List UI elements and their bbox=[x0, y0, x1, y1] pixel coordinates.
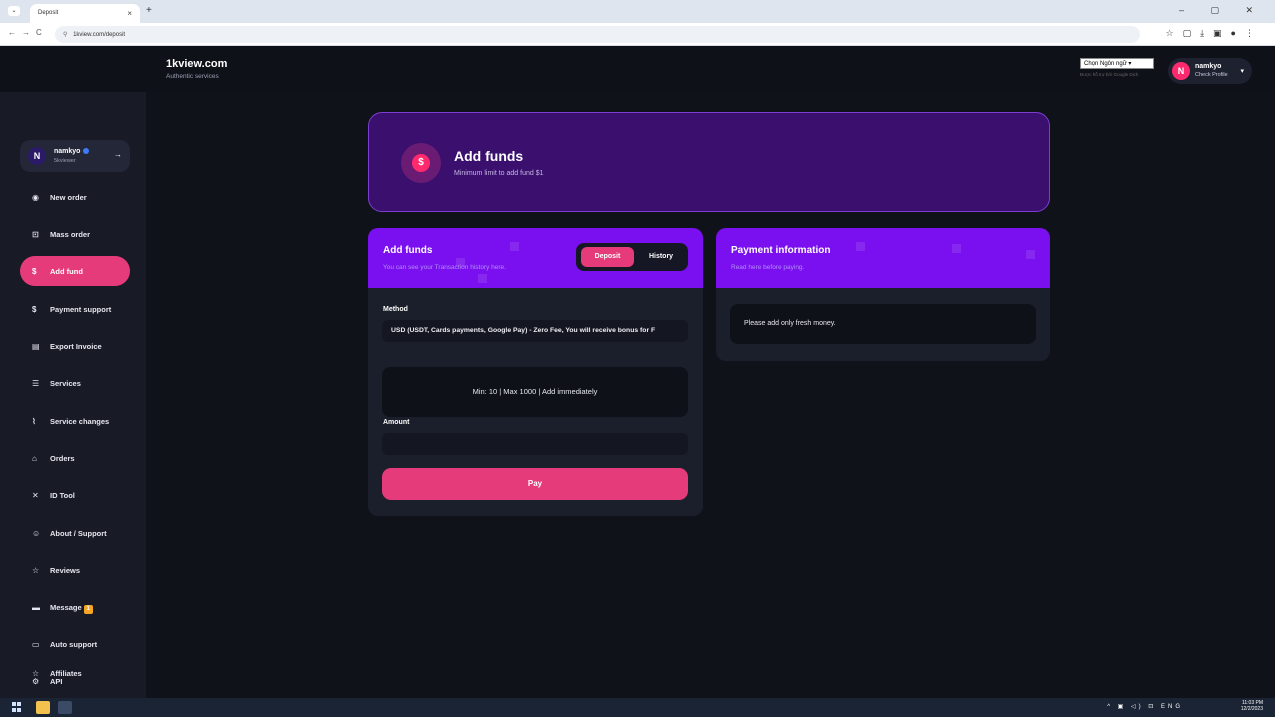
chrome-icon[interactable] bbox=[58, 701, 72, 714]
windows-start-icon[interactable] bbox=[12, 702, 22, 712]
app-root: 1kview.com Authentic services Chọn Ngôn … bbox=[0, 46, 1275, 698]
file-explorer-icon[interactable] bbox=[36, 701, 50, 714]
clock[interactable]: 11:03 PM 12/2/2023 bbox=[1241, 700, 1263, 712]
sidebar-item-message[interactable]: ▬ Message 1 bbox=[20, 592, 130, 622]
hero-title: Add funds bbox=[454, 148, 524, 164]
translate-powered-by: Được hỗ trợ bởi Google Dịch bbox=[1080, 72, 1139, 77]
payment-info-card: Payment information Read here before pay… bbox=[716, 228, 1050, 361]
decor-square bbox=[510, 242, 519, 251]
user-menu[interactable]: N namkyo Check Profile ▾ bbox=[1168, 58, 1252, 84]
sidebar-user-name: namkyo bbox=[54, 148, 90, 155]
sidebar-item-payment-support[interactable]: $ Payment support bbox=[20, 294, 130, 324]
message-count-badge: 1 bbox=[83, 605, 93, 614]
add-funds-card: Add funds You can see your Transaction h… bbox=[368, 228, 703, 516]
tab-search-chevron-icon[interactable]: ⌄ bbox=[8, 6, 20, 16]
language-select[interactable]: Chọn Ngôn ngữ ▾ bbox=[1080, 58, 1154, 69]
sidebar-item-orders[interactable]: ⌂ Orders bbox=[20, 443, 130, 473]
payment-note: Please add only fresh money. bbox=[730, 304, 1036, 344]
tab-deposit[interactable]: Deposit bbox=[581, 247, 634, 267]
dollar-icon: $ bbox=[32, 267, 37, 276]
nav-buttons[interactable]: ←→C bbox=[8, 28, 48, 37]
payment-info-card-header: Payment information Read here before pay… bbox=[716, 228, 1050, 288]
browser-tab-bar: ⌄ Deposit × + – ▢ ✕ bbox=[0, 0, 1275, 23]
check-profile-link[interactable]: Check Profile bbox=[1195, 72, 1228, 78]
sidebar-item-auto-support[interactable]: ▭ Auto support bbox=[20, 629, 130, 659]
sidebar-item-about-support[interactable]: ☺ About / Support bbox=[20, 518, 130, 548]
chart-line-icon: ⌇ bbox=[32, 417, 36, 426]
top-navbar: 1kview.com Authentic services Chọn Ngôn … bbox=[0, 46, 1275, 92]
address-bar[interactable]: ⚲ 1kview.com/deposit bbox=[55, 26, 1140, 43]
chevron-down-icon: ▾ bbox=[1240, 68, 1244, 75]
payment-info-title: Payment information bbox=[731, 245, 831, 256]
decor-square bbox=[952, 244, 961, 253]
invoice-icon: ▤ bbox=[32, 342, 40, 351]
url-text: 1kview.com/deposit bbox=[73, 32, 126, 38]
system-tray-icons[interactable]: ^ ▣ ◁) ⊡ ENG bbox=[1107, 703, 1183, 710]
chat-icon: ▭ bbox=[32, 640, 40, 649]
verified-badge-icon bbox=[83, 148, 90, 155]
sidebar-item-new-order[interactable]: ◉ New order bbox=[20, 182, 130, 212]
services-icon: ☰ bbox=[32, 379, 40, 388]
affiliates-icon: ☆ bbox=[32, 669, 40, 678]
star-icon: ☆ bbox=[32, 566, 40, 575]
amount-label: Amount bbox=[383, 419, 410, 426]
clock-date: 12/2/2023 bbox=[1240, 706, 1263, 712]
browser-tab[interactable]: Deposit × bbox=[30, 4, 140, 23]
add-funds-card-header: Add funds You can see your Transaction h… bbox=[368, 228, 703, 288]
sidebar-avatar: N bbox=[28, 147, 46, 165]
hero-subtitle: Minimum limit to add fund $1 bbox=[454, 170, 544, 177]
decor-square bbox=[1026, 250, 1035, 259]
decor-square bbox=[478, 274, 487, 283]
window-controls[interactable]: – ▢ ✕ bbox=[1179, 5, 1265, 16]
os-taskbar: ^ ▣ ◁) ⊡ ENG 11:03 PM 12/2/2023 bbox=[0, 698, 1275, 717]
dollar-circle-icon: $ bbox=[32, 305, 37, 314]
limits-info-box: Min: 10 | Max 1000 | Add immediately bbox=[382, 367, 688, 417]
amount-input[interactable] bbox=[382, 433, 688, 455]
pay-button[interactable]: Pay bbox=[382, 468, 688, 500]
message-icon: ▬ bbox=[32, 603, 40, 612]
decor-square bbox=[856, 242, 865, 251]
brand[interactable]: 1kview.com Authentic services bbox=[166, 58, 227, 80]
sidebar-item-id-tool[interactable]: ✕ ID Tool bbox=[20, 480, 130, 510]
toolbar-icons[interactable]: ☆▢⤓▣●⋮ bbox=[1166, 28, 1264, 39]
tab-title: Deposit bbox=[38, 10, 59, 16]
site-info-icon[interactable]: ⚲ bbox=[63, 32, 67, 38]
avatar: N bbox=[1172, 62, 1190, 80]
mass-order-icon: ⊡ bbox=[32, 230, 39, 239]
language-picker: Chọn Ngôn ngữ ▾ Được hỗ trợ bởi Google D… bbox=[1080, 58, 1154, 77]
method-select[interactable]: USD (USDT, Cards payments, Google Pay) -… bbox=[382, 320, 688, 342]
sidebar-item-mass-order[interactable]: ⊡ Mass order bbox=[20, 219, 130, 249]
orders-icon: ⌂ bbox=[32, 454, 37, 463]
arrow-right-icon[interactable]: → bbox=[114, 150, 122, 159]
sidebar-item-service-changes[interactable]: ⌇ Service changes bbox=[20, 406, 130, 436]
sidebar-item-export-invoice[interactable]: ▤ Export Invoice bbox=[20, 331, 130, 361]
new-tab-icon[interactable]: + bbox=[146, 5, 152, 16]
tools-icon: ✕ bbox=[32, 491, 39, 500]
add-funds-title: Add funds bbox=[383, 245, 433, 256]
sidebar-item-add-fund[interactable]: $ Add fund bbox=[20, 256, 130, 286]
method-label: Method bbox=[383, 306, 408, 313]
tab-history[interactable]: History bbox=[638, 247, 684, 267]
dollar-coin-icon: $ bbox=[401, 143, 441, 183]
support-icon: ☺ bbox=[32, 529, 41, 538]
payment-info-subtitle: Read here before paying. bbox=[731, 264, 805, 271]
sidebar: N namkyo 5kviewer → ◉ New order ⊡ Mass ord… bbox=[0, 92, 146, 698]
new-order-icon: ◉ bbox=[32, 193, 39, 202]
tab-close-icon[interactable]: × bbox=[127, 9, 132, 18]
add-funds-subtitle: You can see your Transaction history her… bbox=[383, 264, 506, 271]
browser-toolbar: ←→C ⚲ 1kview.com/deposit ☆▢⤓▣●⋮ bbox=[0, 23, 1275, 46]
sidebar-item-services[interactable]: ☰ Services bbox=[20, 368, 130, 398]
add-funds-hero: $ Add funds Minimum limit to add fund $1 bbox=[368, 112, 1050, 212]
brand-tagline: Authentic services bbox=[166, 73, 219, 80]
sidebar-profile-card[interactable]: N namkyo 5kviewer → bbox=[20, 140, 130, 172]
sidebar-item-affiliates[interactable]: ☆ Affiliates bbox=[20, 658, 130, 688]
user-name: namkyo bbox=[1195, 63, 1222, 70]
deposit-history-toggle: Deposit History bbox=[576, 243, 688, 271]
sidebar-item-reviews[interactable]: ☆ Reviews bbox=[20, 555, 130, 585]
sidebar-user-role: 5kviewer bbox=[54, 158, 76, 164]
brand-name: 1kview.com bbox=[166, 58, 228, 70]
